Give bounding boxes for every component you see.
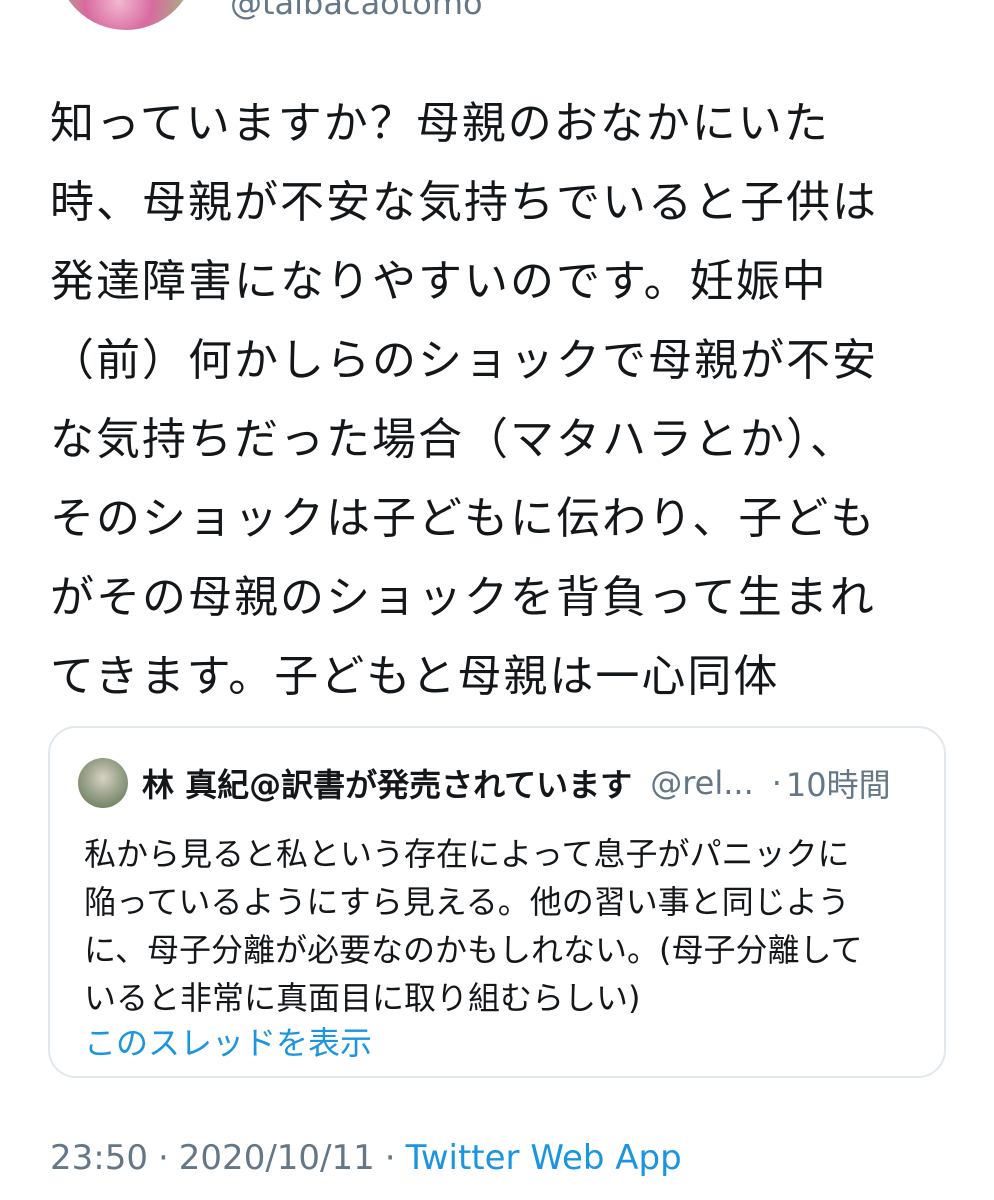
tweet-line: 知っていますか？母親のおなかにいた xyxy=(50,98,830,149)
quoted-tweet-text: 私から見ると私という存在によって息子がパニックに 陥っているようにすら見える。他… xyxy=(84,830,924,1022)
quoted-tweet-line: 私から見ると私という存在によって息子がパニックに xyxy=(84,835,850,873)
tweet-line: がその母親のショックを背負って生まれ xyxy=(50,572,876,623)
tweet-meta: 23:50 · 2020/10/11 · Twitter Web App xyxy=(50,1138,682,1178)
quoted-tweet-time[interactable]: 10時間 xyxy=(786,760,891,806)
quoted-tweet-line: に、母子分離が必要なのかもしれない。(母子分離して xyxy=(84,931,863,969)
tweet-header: @taibacaotomo xyxy=(0,0,994,40)
source-app-link[interactable]: Twitter Web App xyxy=(406,1138,682,1178)
tweet-line: てきます。子どもと母親は一心同体 xyxy=(50,651,780,702)
separator-dot: · xyxy=(384,1138,396,1178)
tweet-line: な気持ちだった場合（マタハラとか）、 xyxy=(50,414,856,465)
author-avatar[interactable] xyxy=(56,0,196,30)
quoted-tweet-card[interactable]: 林 真紀@訳書が発売されています @rel... · 10時間 私から見ると私と… xyxy=(48,726,946,1078)
tweet-page: @taibacaotomo 知っていますか？母親のおなかにいた 時、母親が不安な… xyxy=(0,0,994,1200)
tweet-line: （前）何かしらのショックで母親が不安 xyxy=(50,335,878,386)
author-handle[interactable]: @taibacaotomo xyxy=(230,0,483,20)
quoted-tweet-header: 林 真紀@訳書が発売されています @rel... · 10時間 xyxy=(78,758,928,808)
tweet-line: 発達障害になりやすいのです。妊娠中 xyxy=(50,256,828,307)
quoted-tweet-line: いると非常に真面目に取り組むらしい) xyxy=(84,979,641,1017)
quoted-author-handle[interactable]: @rel... xyxy=(650,764,754,802)
separator-dot: · xyxy=(157,1138,169,1178)
quoted-author-name[interactable]: 林 真紀@訳書が発売されています xyxy=(142,760,632,806)
show-thread-link[interactable]: このスレッドを表示 xyxy=(84,1018,372,1064)
separator-dot: · xyxy=(771,764,782,802)
quoted-tweet-line: 陥っているようにすら見える。他の習い事と同じよう xyxy=(84,883,850,921)
tweet-time[interactable]: 23:50 xyxy=(50,1138,148,1178)
tweet-text: 知っていますか？母親のおなかにいた 時、母親が不安な気持ちでいると子供は 発達障… xyxy=(50,84,950,716)
tweet-line: 時、母親が不安な気持ちでいると子供は xyxy=(50,177,878,228)
quoted-author-avatar[interactable] xyxy=(78,758,128,808)
tweet-date[interactable]: 2020/10/11 xyxy=(179,1138,375,1178)
tweet-line: そのショックは子どもに伝わり、子ども xyxy=(50,493,877,544)
